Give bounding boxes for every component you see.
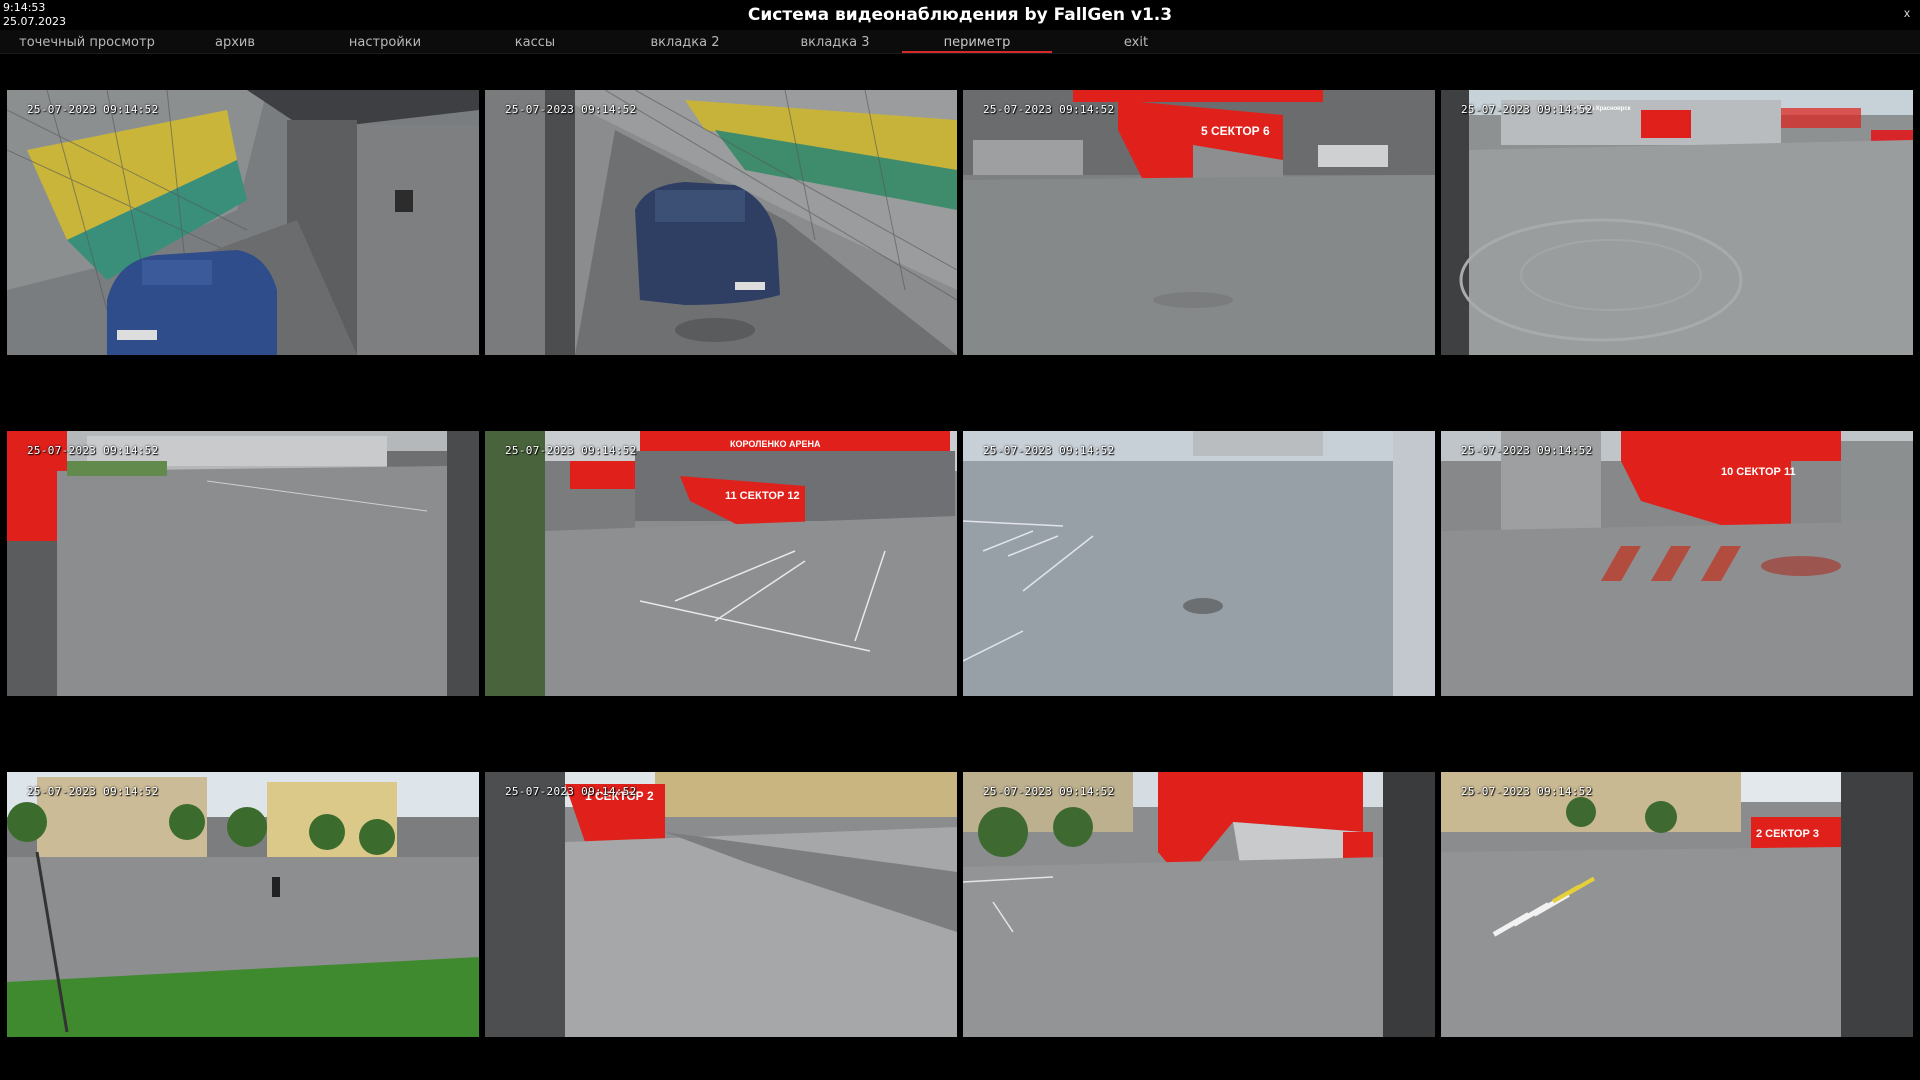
camera-6-sign: 11 СЕКТОР 12 [725, 490, 800, 502]
tab-tab-3[interactable]: вкладка 3 [760, 30, 910, 53]
tab-archive[interactable]: архив [160, 30, 310, 53]
camera-3-timestamp: 25-07-2023 09:14:52 [983, 103, 1115, 116]
tab-exit[interactable]: exit [1061, 30, 1211, 53]
camera-2-feed [485, 90, 957, 355]
app-title: Система видеонаблюдения by FallGen v1.3 [747, 5, 1173, 25]
title-bar: 9:14:53 25.07.2023 Система видеонаблюден… [0, 0, 1920, 29]
camera-tile-11[interactable]: 25-07-2023 09:14:52 [963, 772, 1435, 1037]
camera-tile-10[interactable]: 1 СЕКТОР 2 25-07-2023 09:14:52 [485, 772, 957, 1037]
camera-8-sign: 10 СЕКТОР 11 [1721, 466, 1796, 478]
camera-1-timestamp: 25-07-2023 09:14:52 [27, 103, 159, 116]
camera-3-feed: 5 СЕКТОР 6 [963, 90, 1435, 355]
camera-9-timestamp: 25-07-2023 09:14:52 [27, 785, 159, 798]
tab-point-view[interactable]: точечный просмотр [12, 30, 162, 53]
camera-tile-12[interactable]: 2 СЕКТОР 3 25-07-2023 09:14:52 [1441, 772, 1913, 1037]
camera-tile-7[interactable]: 25-07-2023 09:14:52 [963, 431, 1435, 696]
camera-6-feed: КОРОЛЕНКО АРЕНА 11 СЕКТОР 12 [485, 431, 957, 696]
camera-tile-6[interactable]: КОРОЛЕНКО АРЕНА 11 СЕКТОР 12 25-07-2023 … [485, 431, 957, 696]
camera-tile-2[interactable]: 25-07-2023 09:14:52 [485, 90, 957, 355]
camera-12-sign: 2 СЕКТОР 3 [1756, 828, 1819, 840]
camera-4-feed: Арена Красноярск [1441, 90, 1913, 355]
camera-5-feed [7, 431, 479, 696]
camera-tile-5[interactable]: 25-07-2023 09:14:52 [7, 431, 479, 696]
tab-perimeter[interactable]: периметр [902, 30, 1052, 53]
camera-6-sign-2: КОРОЛЕНКО АРЕНА [730, 439, 821, 449]
camera-8-feed: 10 СЕКТОР 11 [1441, 431, 1913, 696]
camera-tile-8[interactable]: 10 СЕКТОР 11 25-07-2023 09:14:52 [1441, 431, 1913, 696]
camera-3-sign: 5 СЕКТОР 6 [1201, 124, 1270, 138]
camera-11-timestamp: 25-07-2023 09:14:52 [983, 785, 1115, 798]
camera-11-feed [963, 772, 1435, 1037]
tab-cashiers[interactable]: кассы [460, 30, 610, 53]
tab-bar: точечный просмотр архив настройки кассы … [0, 30, 1920, 54]
tab-tab-2[interactable]: вкладка 2 [610, 30, 760, 53]
camera-6-timestamp: 25-07-2023 09:14:52 [505, 444, 637, 457]
camera-1-feed [7, 90, 479, 355]
camera-7-feed [963, 431, 1435, 696]
camera-5-timestamp: 25-07-2023 09:14:52 [27, 444, 159, 457]
camera-8-timestamp: 25-07-2023 09:14:52 [1461, 444, 1593, 457]
camera-12-timestamp: 25-07-2023 09:14:52 [1461, 785, 1593, 798]
camera-7-timestamp: 25-07-2023 09:14:52 [983, 444, 1115, 457]
close-button[interactable]: x [1904, 6, 1910, 20]
camera-10-timestamp: 25-07-2023 09:14:52 [505, 785, 637, 798]
camera-10-feed: 1 СЕКТОР 2 [485, 772, 957, 1037]
camera-tile-9[interactable]: 25-07-2023 09:14:52 [7, 772, 479, 1037]
camera-tile-1[interactable]: 25-07-2023 09:14:52 [7, 90, 479, 355]
tab-settings[interactable]: настройки [310, 30, 460, 53]
camera-tile-3[interactable]: 5 СЕКТОР 6 25-07-2023 09:14:52 [963, 90, 1435, 355]
camera-12-feed: 2 СЕКТОР 3 [1441, 772, 1913, 1037]
camera-tile-4[interactable]: Арена Красноярск 25-07-2023 09:14:52 [1441, 90, 1913, 355]
camera-4-timestamp: 25-07-2023 09:14:52 [1461, 103, 1593, 116]
camera-2-timestamp: 25-07-2023 09:14:52 [505, 103, 637, 116]
camera-9-feed [7, 772, 479, 1037]
